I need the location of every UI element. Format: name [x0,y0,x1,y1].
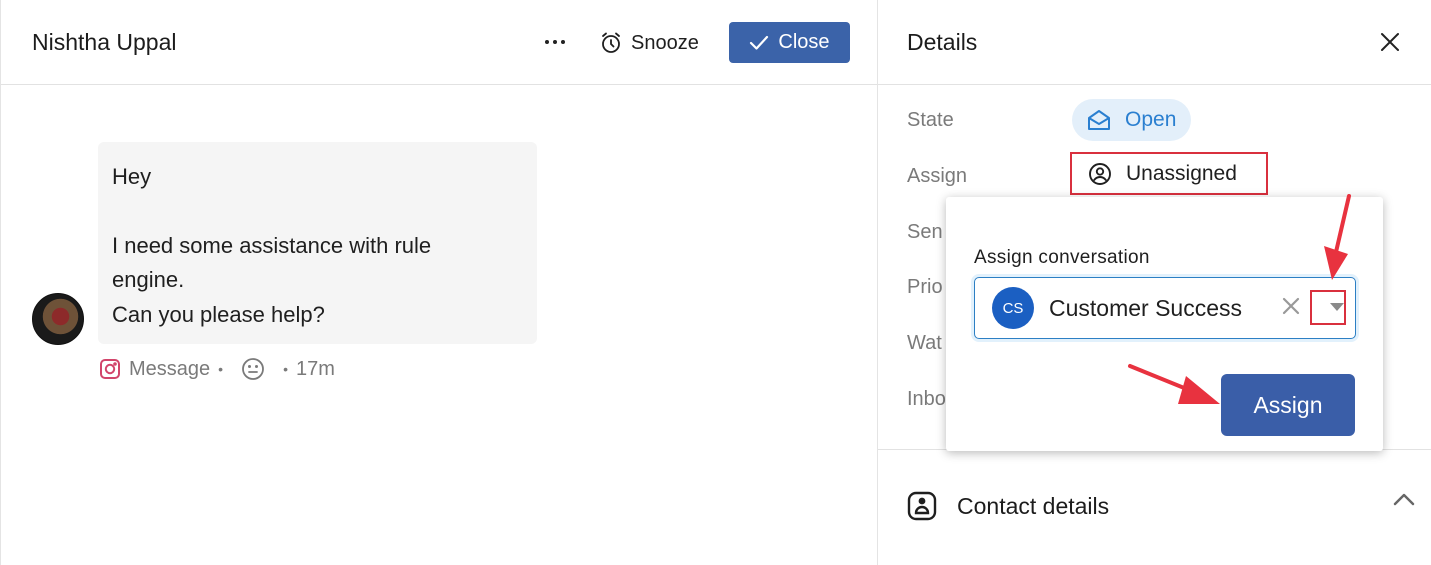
user-circle-icon [1089,162,1111,185]
contact-name: Nishtha Uppal [32,29,177,55]
alarm-clock-icon [602,32,620,53]
contact-card-icon [907,491,937,521]
message-line: Can you please help? [112,301,325,327]
assign-conversation-popup: Assign conversation CS Customer Success … [946,197,1383,451]
envelope-open-icon [1088,110,1110,130]
chevron-up-icon[interactable] [1392,491,1416,507]
team-avatar: CS [992,287,1034,329]
contact-avatar[interactable] [32,293,84,345]
instagram-icon [100,359,120,379]
message-line: I need some assistance with rule [112,232,432,258]
snooze-label: Snooze [631,31,699,54]
close-icon[interactable] [1378,30,1402,54]
more-horizontal-icon [545,40,549,44]
assignee-selector[interactable]: Unassigned [1070,152,1268,195]
separator-dot: • [218,361,224,377]
assign-conversation-label: Assign conversation [974,247,1150,268]
caret-down-icon [1330,303,1344,311]
separator-dot: • [283,361,288,377]
state-badge[interactable]: Open [1072,99,1192,141]
checkmark-icon [750,35,769,50]
message-meta: Message • • 17m [99,357,335,381]
state-value: Open [1125,108,1177,131]
selected-assignee: Customer Success [1049,294,1243,321]
message-time: 17m [295,357,335,380]
more-dot [561,40,565,44]
message-line: Hey [112,164,152,189]
assign-button[interactable]: Assign [1221,374,1355,436]
assignee-value: Unassigned [1126,161,1237,185]
more-dot [553,40,557,44]
assign-label: Assign [907,165,968,187]
contact-details-title: Contact details [957,492,1110,519]
snooze-button[interactable]: Snooze [599,28,699,58]
priority-label: Prio [907,276,943,298]
message-line: engine. [112,267,185,292]
more-options-button[interactable] [540,28,570,56]
close-conversation-button[interactable]: Close [729,22,850,63]
neutral-face-icon[interactable] [241,357,265,381]
details-header: Details [878,0,1431,85]
sender-label: Sen [907,221,943,243]
contact-details-header[interactable]: Contact details [907,491,1109,521]
conversation-header: Nishtha Uppal Snooze Close [1,0,877,85]
assignee-select[interactable]: CS Customer Success [974,277,1356,339]
conversation-pane: Nishtha Uppal Snooze Close Hey I need so… [0,0,878,565]
state-label: State [907,109,954,131]
inbox-label: Inbo [907,388,946,410]
dropdown-toggle[interactable] [1327,293,1347,321]
message-bubble: Hey I need some assistance with rule eng… [98,142,537,344]
contact-details-section: Contact details [878,449,1431,565]
watchers-label: Wat [907,332,942,354]
details-title: Details [907,29,978,55]
close-label: Close [778,31,830,53]
message-type: Message [129,357,211,380]
clear-selection-icon[interactable] [1280,295,1302,317]
